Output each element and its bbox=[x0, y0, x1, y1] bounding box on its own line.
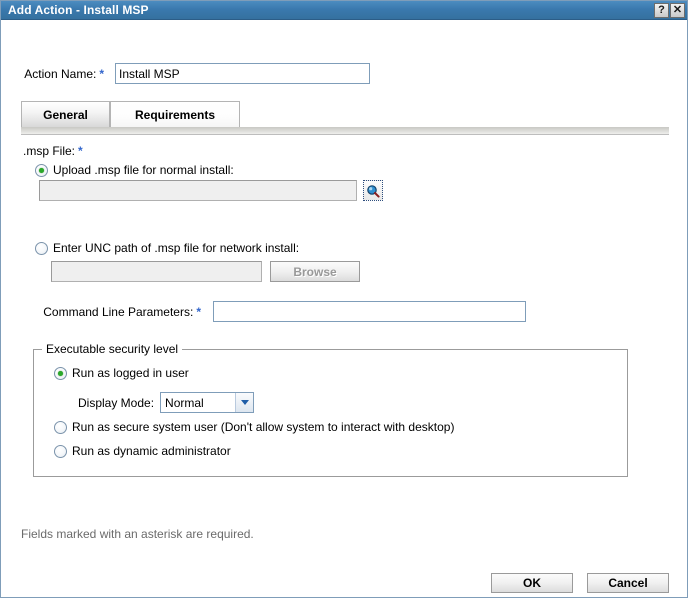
display-mode-row: Display Mode: Normal bbox=[78, 392, 254, 413]
close-icon[interactable]: ✕ bbox=[670, 3, 685, 18]
cancel-button[interactable]: Cancel bbox=[587, 573, 669, 593]
required-fields-note: Fields marked with an asterisk are requi… bbox=[21, 527, 254, 541]
display-mode-selected-value: Normal bbox=[161, 396, 235, 410]
chevron-down-icon[interactable] bbox=[235, 393, 253, 412]
display-mode-label: Display Mode: bbox=[78, 396, 154, 410]
radio-run-as-dynamic-administrator-indicator[interactable] bbox=[54, 445, 67, 458]
msp-file-label-text: .msp File: bbox=[23, 144, 75, 158]
add-action-dialog: Add Action - Install MSP ? ✕ Action Name… bbox=[0, 0, 688, 598]
tab-underline-bar bbox=[21, 127, 669, 135]
radio-unc-path[interactable]: Enter UNC path of .msp file for network … bbox=[35, 241, 299, 255]
radio-run-as-secure-system-user-indicator[interactable] bbox=[54, 421, 67, 434]
window-controls: ? ✕ bbox=[654, 3, 685, 18]
tab-requirements[interactable]: Requirements bbox=[110, 101, 240, 127]
radio-run-as-logged-in-user-label: Run as logged in user bbox=[72, 366, 189, 380]
dialog-content: Action Name:* General Requirements .msp … bbox=[1, 21, 688, 598]
action-name-label: Action Name:* bbox=[1, 67, 104, 81]
radio-upload-msp-label: Upload .msp file for normal install: bbox=[53, 163, 234, 177]
command-line-label: Command Line Parameters:* bbox=[1, 305, 201, 319]
window-title: Add Action - Install MSP bbox=[8, 3, 149, 17]
display-mode-select[interactable]: Normal bbox=[160, 392, 254, 413]
unc-path-input[interactable] bbox=[51, 261, 262, 282]
magnifier-icon[interactable] bbox=[363, 180, 383, 201]
dialog-footer: OK Cancel bbox=[1, 573, 688, 593]
command-line-row: Command Line Parameters:* bbox=[1, 301, 526, 322]
tab-general[interactable]: General bbox=[21, 101, 110, 127]
upload-input-row bbox=[39, 180, 383, 201]
action-name-label-text: Action Name: bbox=[24, 67, 96, 81]
radio-upload-msp[interactable]: Upload .msp file for normal install: bbox=[35, 163, 234, 177]
action-name-row: Action Name:* bbox=[1, 63, 688, 84]
radio-run-as-secure-system-user-label: Run as secure system user (Don't allow s… bbox=[72, 420, 454, 434]
radio-run-as-logged-in-user-indicator[interactable] bbox=[54, 367, 67, 380]
msp-file-label: .msp File:* bbox=[23, 144, 83, 158]
radio-run-as-dynamic-administrator[interactable]: Run as dynamic administrator bbox=[54, 444, 231, 458]
command-line-label-text: Command Line Parameters: bbox=[43, 305, 193, 319]
radio-run-as-secure-system-user[interactable]: Run as secure system user (Don't allow s… bbox=[54, 420, 454, 434]
help-button[interactable]: ? bbox=[654, 3, 669, 18]
radio-run-as-dynamic-administrator-label: Run as dynamic administrator bbox=[72, 444, 231, 458]
radio-upload-msp-indicator[interactable] bbox=[35, 164, 48, 177]
executable-security-level-title: Executable security level bbox=[42, 342, 182, 356]
radio-unc-path-indicator[interactable] bbox=[35, 242, 48, 255]
executable-security-level-group: Executable security level Run as logged … bbox=[33, 349, 628, 477]
browse-button[interactable]: Browse bbox=[270, 261, 360, 282]
upload-file-input[interactable] bbox=[39, 180, 357, 201]
required-asterisk: * bbox=[196, 305, 201, 319]
title-bar: Add Action - Install MSP ? ✕ bbox=[1, 1, 687, 20]
required-asterisk: * bbox=[78, 144, 83, 158]
action-name-input[interactable] bbox=[115, 63, 370, 84]
required-asterisk: * bbox=[99, 67, 104, 81]
ok-button[interactable]: OK bbox=[491, 573, 573, 593]
command-line-input[interactable] bbox=[213, 301, 526, 322]
unc-input-row: Browse bbox=[51, 261, 360, 282]
radio-run-as-logged-in-user[interactable]: Run as logged in user bbox=[54, 366, 189, 380]
radio-unc-path-label: Enter UNC path of .msp file for network … bbox=[53, 241, 299, 255]
tab-strip: General Requirements bbox=[1, 101, 688, 128]
